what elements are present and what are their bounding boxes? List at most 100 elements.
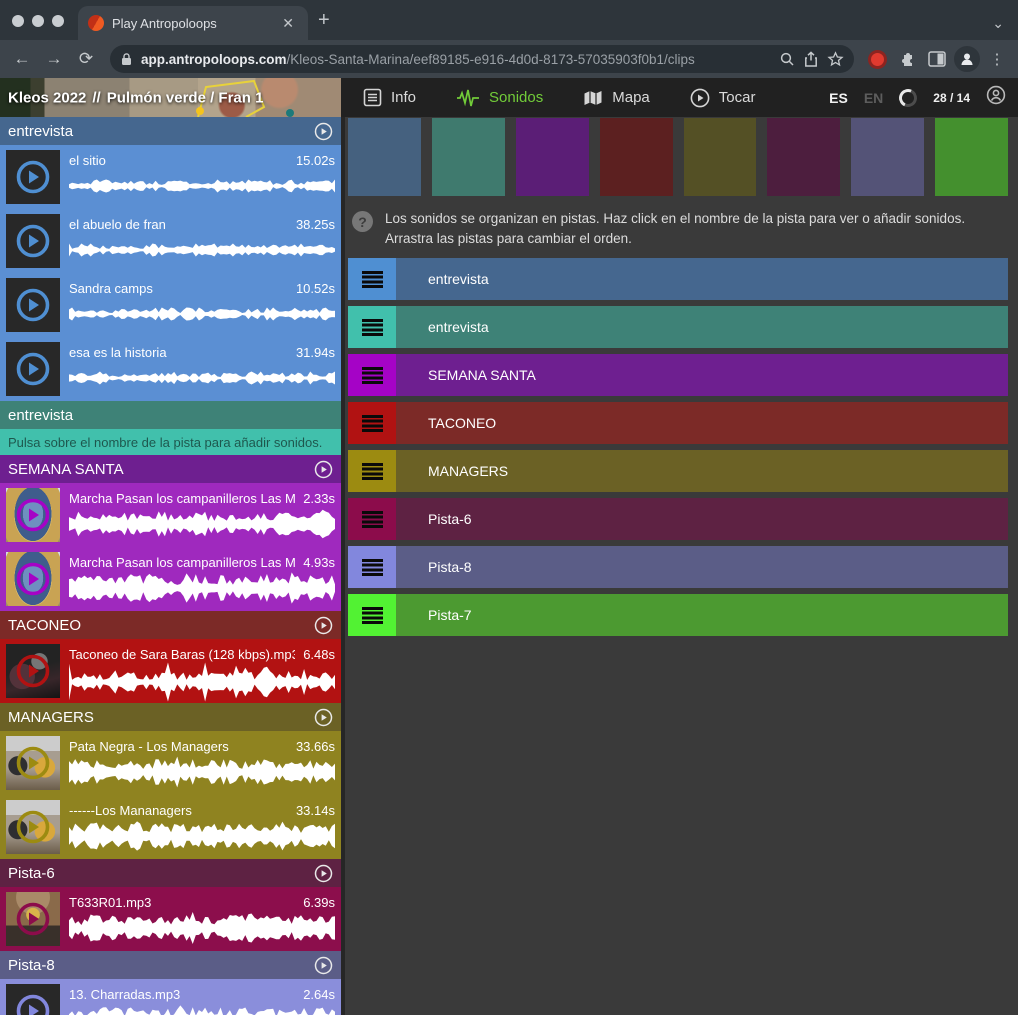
track-row-bar[interactable]: MANAGERS bbox=[396, 450, 1008, 492]
track-row-bar[interactable]: entrevista bbox=[396, 306, 1008, 348]
side-panel-icon[interactable] bbox=[924, 51, 950, 67]
track-row[interactable]: SEMANA SANTA bbox=[348, 354, 1008, 396]
track-row-bar[interactable]: Pista-7 bbox=[396, 594, 1008, 636]
track-row[interactable]: Pista-7 bbox=[348, 594, 1008, 636]
track-swatch[interactable] bbox=[684, 118, 757, 196]
drag-handle[interactable] bbox=[348, 258, 396, 300]
nav-info[interactable]: Info bbox=[363, 88, 416, 107]
track-row[interactable]: TACONEO bbox=[348, 402, 1008, 444]
track-row[interactable]: MANAGERS bbox=[348, 450, 1008, 492]
track-swatch[interactable] bbox=[767, 118, 840, 196]
account-icon[interactable] bbox=[986, 85, 1006, 110]
lang-es-button[interactable]: ES bbox=[829, 90, 848, 106]
clip-thumbnail[interactable] bbox=[6, 278, 60, 332]
profile-avatar[interactable] bbox=[954, 46, 980, 72]
clip-waveform[interactable] bbox=[69, 662, 335, 702]
track-play-icon[interactable] bbox=[314, 708, 333, 727]
drag-handle[interactable] bbox=[348, 450, 396, 492]
new-tab-button[interactable]: + bbox=[308, 9, 344, 40]
window-controls[interactable] bbox=[0, 15, 78, 40]
nav-mapa[interactable]: Mapa bbox=[583, 89, 650, 107]
drag-handle[interactable] bbox=[348, 402, 396, 444]
track-play-icon[interactable] bbox=[314, 122, 333, 141]
clip-thumbnail[interactable] bbox=[6, 800, 60, 854]
project-banner[interactable]: Kleos 2022//Pulmón verde / Fran 1 bbox=[0, 78, 341, 117]
sidebar-track-header[interactable]: entrevista bbox=[0, 117, 341, 145]
clip-row[interactable]: Pata Negra - Los Managers33.66s bbox=[0, 731, 341, 795]
track-row[interactable]: entrevista bbox=[348, 306, 1008, 348]
track-play-icon[interactable] bbox=[314, 616, 333, 635]
drag-handle[interactable] bbox=[348, 594, 396, 636]
track-swatch[interactable] bbox=[348, 118, 421, 196]
clip-waveform[interactable] bbox=[69, 818, 335, 854]
clip-row[interactable]: Taconeo de Sara Baras (128 kbps).mp36.48… bbox=[0, 639, 341, 703]
clip-row[interactable]: T633R01.mp36.39s bbox=[0, 887, 341, 951]
browser-tab[interactable]: Play Antropoloops ✕ bbox=[78, 6, 308, 40]
track-row-bar[interactable]: TACONEO bbox=[396, 402, 1008, 444]
track-play-icon[interactable] bbox=[314, 460, 333, 479]
zoom-window-button[interactable] bbox=[52, 15, 64, 27]
drag-handle[interactable] bbox=[348, 546, 396, 588]
clip-waveform[interactable] bbox=[69, 1002, 335, 1015]
clip-waveform[interactable] bbox=[69, 360, 335, 396]
clip-row[interactable]: Marcha Pasan los campanilleros Las Mejor… bbox=[0, 483, 341, 547]
clip-row[interactable]: Marcha Pasan los campanilleros Las Mejor… bbox=[0, 547, 341, 611]
track-swatch[interactable] bbox=[516, 118, 589, 196]
track-row-bar[interactable]: entrevista bbox=[396, 258, 1008, 300]
track-play-icon[interactable] bbox=[314, 864, 333, 883]
sidebar-track-header[interactable]: MANAGERS bbox=[0, 703, 341, 731]
nav-sonidos[interactable]: Sonidos bbox=[456, 89, 543, 107]
clip-waveform[interactable] bbox=[69, 168, 335, 204]
url-text[interactable]: app.antropoloops.com/Kleos-Santa-Marina/… bbox=[141, 52, 771, 67]
sidebar-track-header[interactable]: entrevista bbox=[0, 401, 341, 429]
browser-menu-icon[interactable]: ⋮ bbox=[984, 50, 1010, 68]
clip-waveform[interactable] bbox=[69, 754, 335, 790]
drag-handle[interactable] bbox=[348, 306, 396, 348]
clip-row[interactable]: Sandra camps10.52s bbox=[0, 273, 341, 337]
clip-waveform[interactable] bbox=[69, 910, 335, 946]
forward-button[interactable]: → bbox=[40, 49, 68, 69]
sidebar-track-header[interactable]: Pista-6 bbox=[0, 859, 341, 887]
clip-waveform[interactable] bbox=[69, 296, 335, 332]
track-play-icon[interactable] bbox=[314, 956, 333, 975]
clip-row[interactable]: esa es la historia31.94s bbox=[0, 337, 341, 401]
clip-row[interactable]: el sitio15.02s bbox=[0, 145, 341, 209]
drag-handle[interactable] bbox=[348, 498, 396, 540]
nav-tocar[interactable]: Tocar bbox=[690, 88, 756, 108]
clip-waveform[interactable] bbox=[69, 570, 335, 606]
clip-thumbnail[interactable] bbox=[6, 736, 60, 790]
clip-thumbnail[interactable] bbox=[6, 342, 60, 396]
track-swatch[interactable] bbox=[600, 118, 673, 196]
minimize-window-button[interactable] bbox=[32, 15, 44, 27]
clip-thumbnail[interactable] bbox=[6, 552, 60, 606]
record-indicator-icon[interactable] bbox=[864, 53, 890, 66]
sidebar-track-header[interactable]: SEMANA SANTA bbox=[0, 455, 341, 483]
lang-en-button[interactable]: EN bbox=[864, 90, 883, 106]
track-swatch[interactable] bbox=[851, 118, 924, 196]
address-bar[interactable]: app.antropoloops.com/Kleos-Santa-Marina/… bbox=[110, 45, 854, 73]
back-button[interactable]: ← bbox=[8, 49, 36, 69]
sidebar-track-header[interactable]: TACONEO bbox=[0, 611, 341, 639]
drag-handle[interactable] bbox=[348, 354, 396, 396]
clip-waveform[interactable] bbox=[69, 506, 335, 542]
tab-search-chevron-icon[interactable]: ⌄ bbox=[992, 15, 1004, 32]
track-row-bar[interactable]: Pista-8 bbox=[396, 546, 1008, 588]
track-swatch[interactable] bbox=[432, 118, 505, 196]
extensions-puzzle-icon[interactable] bbox=[894, 50, 920, 68]
track-row[interactable]: Pista-8 bbox=[348, 546, 1008, 588]
track-row-bar[interactable]: SEMANA SANTA bbox=[396, 354, 1008, 396]
clip-row[interactable]: ------Los Mananagers33.14s bbox=[0, 795, 341, 859]
track-row[interactable]: entrevista bbox=[348, 258, 1008, 300]
close-window-button[interactable] bbox=[12, 15, 24, 27]
clip-thumbnail[interactable] bbox=[6, 488, 60, 542]
clip-thumbnail[interactable] bbox=[6, 150, 60, 204]
clip-thumbnail[interactable] bbox=[6, 214, 60, 268]
share-icon[interactable] bbox=[803, 51, 819, 68]
zoom-page-icon[interactable] bbox=[779, 51, 795, 67]
clip-row[interactable]: 13. Charradas.mp32.64s bbox=[0, 979, 341, 1015]
sidebar-track-header[interactable]: Pista-8 bbox=[0, 951, 341, 979]
clip-thumbnail[interactable] bbox=[6, 892, 60, 946]
clip-waveform[interactable] bbox=[69, 232, 335, 268]
clip-row[interactable]: el abuelo de fran38.25s bbox=[0, 209, 341, 273]
reload-button[interactable]: ⟳ bbox=[72, 49, 100, 69]
